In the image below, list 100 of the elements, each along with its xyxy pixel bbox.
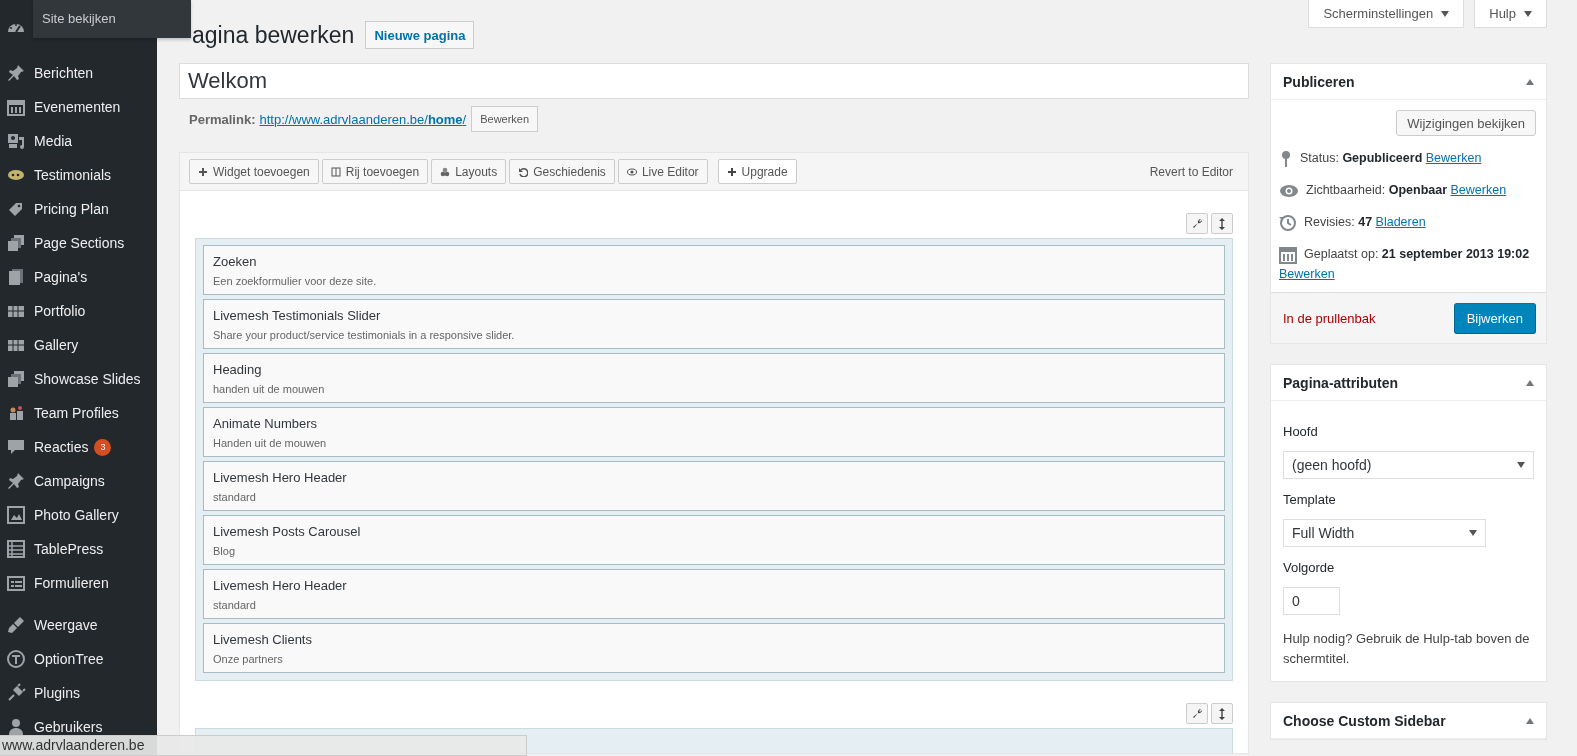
meta-text: Revisies: 47 [1304,215,1373,229]
menu-item[interactable]: Pagina's [0,260,157,294]
menu-item[interactable]: Gallery [0,328,157,362]
menu-item[interactable]: Evenementen [0,90,157,124]
box-title: Choose Custom Sidebar [1283,712,1446,729]
menu-item[interactable]: Portfolio [0,294,157,328]
widget-title: Livemesh Testimonials Slider [213,308,382,323]
menu-item[interactable]: OptionTree [0,642,157,676]
edit-button[interactable]: Bewerken [471,106,539,132]
widget-card[interactable]: Heading handen uit de mouwen [203,353,1225,403]
field-label: Volgorde [1283,560,1336,576]
widget-card[interactable]: Livemesh Clients Onze partners [203,623,1225,673]
stacked-pages-icon [6,233,26,253]
preview-button[interactable]: Wijzigingen bekijken [1396,110,1536,136]
box-title: Publiceren [1283,73,1355,90]
menu-item[interactable]: Photo Gallery [0,498,157,532]
revert-link[interactable]: Revert to Editor [1149,164,1233,179]
stacked-pages-icon [6,369,26,389]
meta-link[interactable]: Bewerken [1450,183,1507,197]
cubes-icon [440,166,451,177]
ring-icon [6,649,26,669]
widget-card[interactable]: Animate Numbers Handen uit de mouwen [203,407,1225,457]
meta-text: Geplaatst op: 21 september 2013 19:02 [1304,247,1530,261]
columns-icon [330,166,341,177]
collapse-icon[interactable] [1526,717,1534,724]
history-icon [1279,213,1297,232]
widget-description: Blog [213,545,237,557]
widget-title: Livemesh Posts Carousel [213,524,362,539]
permalink-link[interactable]: http://www.adrvlaanderen.be/home/ [259,111,467,127]
meta-link[interactable]: Bewerken [1279,267,1335,282]
menu-item[interactable]: Media [0,124,157,158]
menu-item[interactable]: Formulieren [0,566,157,600]
widget-title: Livemesh Hero Header [213,470,348,485]
eye-icon [626,166,637,177]
toolbar-button[interactable]: Rij toevoegen [321,159,429,184]
caret-icon [1524,10,1532,17]
widget-description: Share your product/service testimonials in a responsive slider. [213,329,516,341]
widget-description: standard [213,491,257,503]
dropdown[interactable]: (geen hoofd) [1283,451,1534,480]
plus-icon [726,166,737,177]
meta-text: Status: Gepubliceerd [1300,151,1423,165]
caret-icon [1469,530,1477,537]
trash-link[interactable]: In de prullenbak [1283,310,1376,326]
menu-item[interactable]: Testimonials [0,158,157,192]
widget-card[interactable]: Livemesh Hero Header standard [203,461,1225,511]
permalink-label: Permalink: [189,111,256,127]
widget-description: Handen uit de mouwen [213,437,328,449]
widget-card[interactable]: Zoeken Een zoekformulier voor deze site. [203,245,1225,295]
menu-item[interactable]: Showcase Slides [0,362,157,396]
site-link[interactable]: Site bekijken [33,0,191,38]
pin-icon [1279,149,1293,168]
update-button[interactable]: Bijwerken [1453,302,1536,334]
meta-text: Zichtbaarheid: Openbaar [1306,183,1448,197]
widget-title: Livemesh Hero Header [213,578,348,593]
meta-link[interactable]: Bladeren [1375,215,1426,229]
widget-card[interactable]: Livemesh Testimonials Slider Share your product/service testimonials in a responsive slider. [203,299,1225,349]
link-preview-tooltip: www.adrvlaanderen.be [0,735,527,756]
widget-card[interactable]: Livemesh Posts Carousel Blog [203,515,1225,565]
pin-icon [6,471,26,491]
new-page-button[interactable]: Nieuwe pagina [365,21,475,49]
menu-item[interactable]: TablePress [0,532,157,566]
dropdown[interactable]: Full Width [1283,519,1486,548]
eye-icon [1279,182,1299,199]
move-button[interactable] [1211,213,1233,234]
toolbar-button[interactable]: Live Editor [617,159,708,184]
field-label: Template [1283,492,1337,508]
toolbar-button[interactable]: Layouts [431,159,507,184]
toolbar-button[interactable]: Upgrade [717,159,797,184]
toolbar-button[interactable]: Geschiedenis [509,159,615,184]
collapse-icon[interactable] [1526,379,1534,386]
undo-icon [518,166,529,177]
order-field[interactable]: 0 [1283,587,1340,616]
person-icon [6,717,26,737]
calendar-icon [6,97,26,117]
plug-icon [6,683,26,703]
menu-item[interactable]: Team Profiles [0,396,157,430]
vertical-arrow-icon [1217,707,1227,720]
menu-item[interactable]: Campaigns [0,464,157,498]
menu-item[interactable]: Berichten [0,56,157,90]
help-text: Hulp nodig? Gebruik de Hulp-tab boven de schermtitel. [1283,630,1531,669]
speech-bubble-icon [6,437,26,457]
collapse-icon[interactable] [1526,78,1534,85]
move-button[interactable] [1211,703,1233,724]
tab-button[interactable]: Scherminstellingen [1308,0,1465,28]
meta-link[interactable]: Bewerken [1425,151,1482,165]
calendar-icon [1279,245,1297,265]
tab-button[interactable]: Hulp [1474,0,1547,28]
widget-card[interactable]: Livemesh Hero Header standard [203,569,1225,619]
menu-item[interactable]: Weergave [0,608,157,642]
widget-title: Animate Numbers [213,416,319,431]
menu-item[interactable]: Plugins [0,676,157,710]
menu-item[interactable]: Reacties 3 [0,430,157,464]
wrench-icon [1191,218,1203,229]
menu-item[interactable]: Page Sections [0,226,157,260]
toolbar-button[interactable]: Widget toevoegen [189,159,319,184]
title-field[interactable]: Welkom [179,63,1249,99]
media-icon [6,131,26,151]
menu-item[interactable]: Pricing Plan [0,192,157,226]
page-heading: agina bewerken [192,21,355,49]
table-icon [6,539,26,559]
